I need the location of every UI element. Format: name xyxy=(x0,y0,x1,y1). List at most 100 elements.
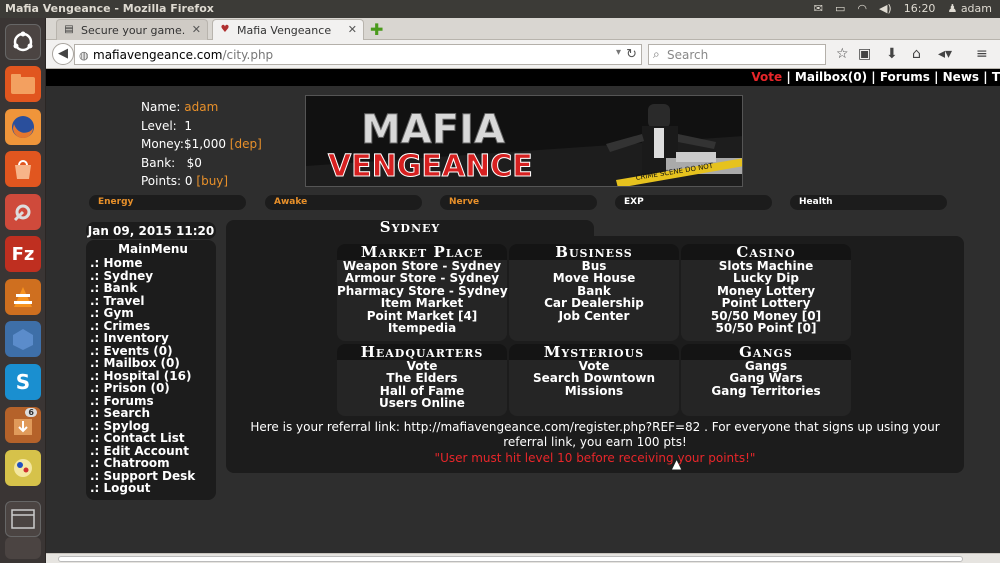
extension-icon[interactable]: ◂▾ xyxy=(938,46,952,62)
gangs-box: Gangs Gangs Gang Wars Gang Territories xyxy=(681,344,851,416)
lucky-dip-link[interactable]: Lucky Dip xyxy=(681,272,851,285)
business-heading: Business xyxy=(509,244,679,260)
menu-item-bank[interactable]: .: Bank xyxy=(90,282,216,295)
clock[interactable]: 16:20 xyxy=(904,2,936,15)
banner-line1: MAFIA xyxy=(361,107,505,153)
globe-icon: ◍ xyxy=(79,49,89,62)
missions-link[interactable]: Missions xyxy=(509,384,679,397)
horizontal-scrollbar[interactable] xyxy=(46,553,1000,563)
close-icon[interactable]: ✕ xyxy=(192,23,201,36)
itempedia-link[interactable]: Itempedia xyxy=(337,322,507,335)
url-path: /city.php xyxy=(222,48,274,62)
menu-item-mailbox[interactable]: .: Mailbox (0) xyxy=(90,357,216,370)
vote-link[interactable]: Vote xyxy=(751,70,782,84)
menu-item-gym[interactable]: .: Gym xyxy=(90,307,216,320)
tab-mafia-vengeance[interactable]: ♥ Mafia Vengeance ✕ xyxy=(212,19,364,40)
user-menu[interactable]: ♟ adam xyxy=(947,2,992,15)
point-lottery-link[interactable]: Point Lottery xyxy=(681,297,851,310)
referral-note: "User must hit level 10 before receiving… xyxy=(434,451,756,465)
referral-text: Here is your referral link: http://mafia… xyxy=(250,420,940,449)
menu-item-home[interactable]: .: Home xyxy=(90,257,216,270)
car-dealership-link[interactable]: Car Dealership xyxy=(509,297,679,310)
fifty-fifty-point-link[interactable]: 50/50 Point [0] xyxy=(681,322,851,335)
system-top-panel: Mafia Vengeance - Mozilla Firefox ✉ ▭ ◠ … xyxy=(0,0,1000,18)
deposit-link[interactable]: [dep] xyxy=(230,137,262,151)
files-icon[interactable] xyxy=(5,66,41,102)
firefox-icon[interactable] xyxy=(5,109,41,145)
casino-box: Casino Slots Machine Lucky Dip Money Lot… xyxy=(681,244,851,341)
battery-icon[interactable]: ▭ xyxy=(835,2,845,15)
url-bar[interactable]: ◍ mafiavengeance.com/city.php ▾ ↻ xyxy=(74,44,642,65)
menu-item-contact-list[interactable]: .: Contact List xyxy=(90,432,216,445)
job-center-link[interactable]: Job Center xyxy=(509,309,679,322)
user-icon: ♟ xyxy=(947,2,958,15)
settings-icon[interactable] xyxy=(5,194,41,230)
trash-icon[interactable] xyxy=(5,537,41,559)
menu-icon[interactable]: ≡ xyxy=(976,46,988,62)
news-link[interactable]: News xyxy=(943,70,979,84)
armour-store-link[interactable]: Armour Store - Sydney xyxy=(337,272,507,285)
name-label: Name: xyxy=(141,100,181,114)
close-icon[interactable]: ✕ xyxy=(348,23,357,36)
search-downtown-link[interactable]: Search Downtown xyxy=(509,372,679,385)
ubuntu-dash-icon[interactable] xyxy=(5,24,41,60)
filezilla-icon[interactable]: Fz xyxy=(5,236,41,272)
market-place-box: Market Place Weapon Store - Sydney Armou… xyxy=(337,244,508,341)
business-box: Business Bus Move House Bank Car Dealers… xyxy=(509,244,679,341)
user-info: Name: adam Level: 1 Money:$1,000 [dep] B… xyxy=(141,98,262,191)
launcher: Fz S 6 xyxy=(0,18,46,563)
search-input[interactable]: ⌕ Search xyxy=(648,44,826,65)
level-value: 1 xyxy=(184,118,192,133)
menu-item-chatroom[interactable]: .: Chatroom xyxy=(90,457,216,470)
main-menu: MainMenu .: Home .: Sydney .: Bank .: Tr… xyxy=(86,240,216,500)
mail-icon[interactable]: ✉ xyxy=(814,2,823,15)
paint-app-icon[interactable] xyxy=(5,450,41,486)
update-manager-icon[interactable]: 6 xyxy=(5,407,41,443)
menu-item-prison[interactable]: .: Prison (0) xyxy=(90,382,216,395)
menu-item-inventory[interactable]: .: Inventory xyxy=(90,332,216,345)
mailbox-link[interactable]: Mailbox(0) xyxy=(795,70,867,84)
bank-label: Bank: xyxy=(141,155,176,170)
money-label: Money: xyxy=(141,137,184,151)
city-title: Sydney xyxy=(226,220,594,237)
mysterious-heading: Mysterious xyxy=(509,344,679,360)
bank-value: $0 xyxy=(186,155,202,170)
truncated-link[interactable]: T xyxy=(992,70,1000,84)
download-icon[interactable]: ⬇ xyxy=(886,46,898,62)
move-house-link[interactable]: Move House xyxy=(509,272,679,285)
tab-label: Mafia Vengeance xyxy=(237,24,332,37)
wifi-icon[interactable]: ◠ xyxy=(857,2,867,15)
level-label: Level: xyxy=(141,118,177,133)
forums-link[interactable]: Forums xyxy=(880,70,930,84)
back-arrow-icon[interactable]: ◀ xyxy=(52,43,74,65)
volume-icon[interactable]: ◀) xyxy=(879,2,892,15)
reload-icon[interactable]: ↻ xyxy=(626,47,637,62)
users-online-link[interactable]: Users Online xyxy=(337,397,507,410)
gang-wars-link[interactable]: Gang Wars xyxy=(681,372,851,385)
game-banner: MAFIA VENGEANCE CRIME SCENE DO NOT xyxy=(305,95,743,187)
new-tab-plus-icon[interactable]: ✚ xyxy=(370,20,383,39)
energy-bar: Energy xyxy=(89,195,246,210)
workspace-switcher-icon[interactable] xyxy=(5,501,41,537)
buy-points-link[interactable]: [buy] xyxy=(196,174,228,188)
window-title: Mafia Vengeance - Mozilla Firefox xyxy=(5,2,214,15)
menu-item-search[interactable]: .: Search xyxy=(90,407,216,420)
dropdown-arrow-icon[interactable]: ▾ xyxy=(616,47,621,58)
virtualbox-icon[interactable] xyxy=(5,321,41,357)
home-icon[interactable]: ⌂ xyxy=(912,46,921,62)
reading-list-icon[interactable]: ▣ xyxy=(858,46,871,62)
item-market-link[interactable]: Item Market xyxy=(337,297,507,310)
the-elders-link[interactable]: The Elders xyxy=(337,372,507,385)
gang-territories-link[interactable]: Gang Territories xyxy=(681,384,851,397)
vlc-icon[interactable] xyxy=(5,279,41,315)
menu-item-logout[interactable]: .: Logout xyxy=(90,482,216,495)
tab-secure-your-game[interactable]: ▤ Secure your game. ✕ xyxy=(56,19,208,40)
skype-icon[interactable]: S xyxy=(5,364,41,400)
awake-bar: Awake xyxy=(265,195,422,210)
update-count-badge: 6 xyxy=(25,408,37,417)
scrollbar-thumb[interactable] xyxy=(58,556,963,562)
bookmark-star-icon[interactable]: ☆ xyxy=(836,46,849,62)
user-name-link[interactable]: adam xyxy=(184,100,218,114)
banner-line2: VENGEANCE xyxy=(328,149,533,184)
software-center-icon[interactable] xyxy=(5,151,41,187)
